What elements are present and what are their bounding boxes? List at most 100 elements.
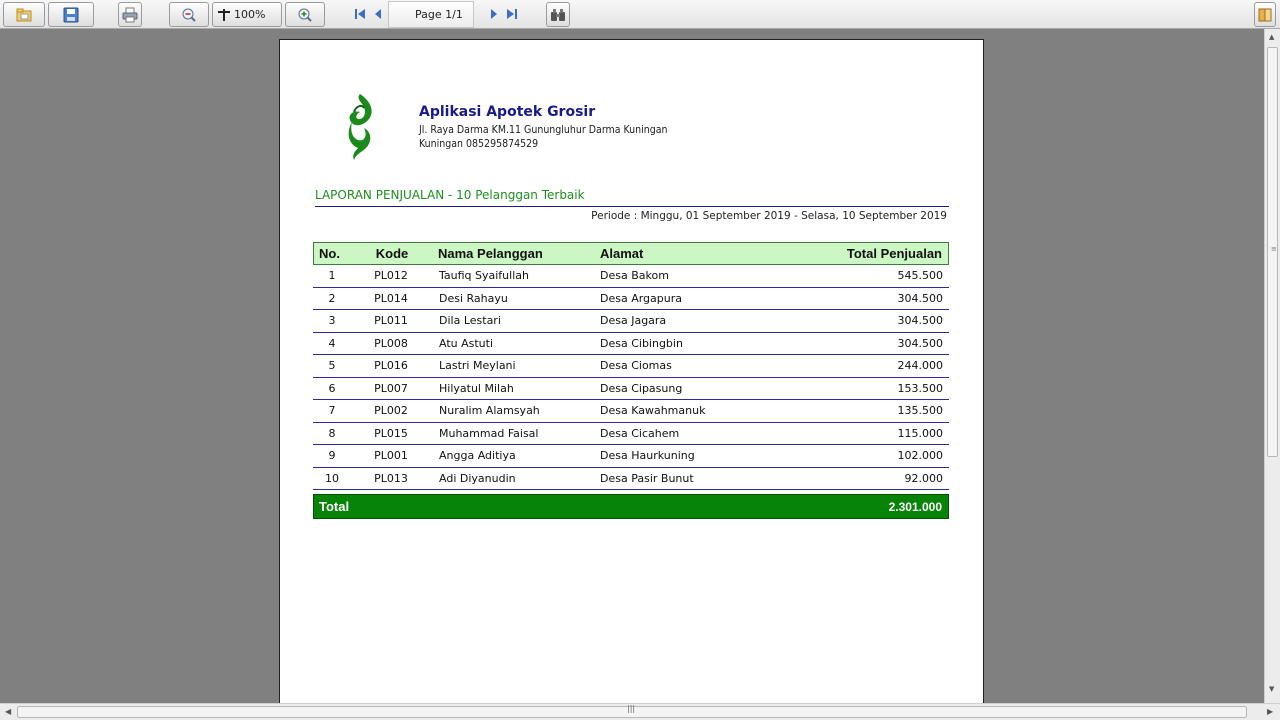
row-total: 153.500 xyxy=(897,381,944,395)
table-row: 8 PL015 Muhammad Faisal Desa Cicahem 115.000 xyxy=(313,423,949,445)
row-nama: Nuralim Alamsyah xyxy=(439,404,540,418)
row-alamat: Desa Bakom xyxy=(600,269,669,283)
page-indicator: Page 1/1 xyxy=(388,1,474,28)
scroll-down-icon[interactable]: ▼ xyxy=(1269,685,1274,693)
pharmacy-logo xyxy=(348,94,372,160)
row-alamat: Desa Ciomas xyxy=(600,359,672,373)
row-nama: Atu Astuti xyxy=(439,336,494,350)
row-nama: Adi Diyanudin xyxy=(439,471,516,485)
table-row: 2 PL014 Desi Rahayu Desa Argapura 304.500 xyxy=(313,288,949,310)
export-button[interactable] xyxy=(1254,2,1276,27)
scroll-up-icon[interactable]: ▲ xyxy=(1269,33,1274,41)
row-alamat: Desa Cipasung xyxy=(600,381,683,395)
row-no: 6 xyxy=(328,381,336,395)
zoom-in-button[interactable] xyxy=(285,2,325,27)
save-icon xyxy=(63,7,79,22)
export-icon xyxy=(1258,8,1272,21)
row-kode: PL013 xyxy=(374,471,408,485)
row-kode: PL008 xyxy=(374,336,408,350)
row-no: 9 xyxy=(328,449,336,463)
table-row: 6 PL007 Hilyatul Milah Desa Cipasung 153.500 xyxy=(313,378,949,400)
row-kode: PL001 xyxy=(374,449,408,463)
table-total-row: Total 2.301.000 xyxy=(313,494,949,519)
row-no: 3 xyxy=(328,314,336,328)
zoom-level-button[interactable]: 100% xyxy=(212,2,282,27)
scroll-left-icon[interactable]: ◀ xyxy=(5,707,11,716)
row-nama: Hilyatul Milah xyxy=(439,381,514,395)
row-total: 102.000 xyxy=(897,449,944,463)
last-page-icon[interactable] xyxy=(506,8,518,20)
row-no: 5 xyxy=(328,359,336,373)
grip-icon: ≡ xyxy=(1271,245,1277,253)
row-total: 244.000 xyxy=(897,359,944,373)
column-header-total: Total Penjualan xyxy=(846,246,942,261)
company-name: Aplikasi Apotek Grosir xyxy=(419,104,596,120)
find-button[interactable] xyxy=(546,2,570,27)
report-viewer-toolbar: 100% Page 1/1 xyxy=(0,0,1280,29)
page-number: Page 1/1 xyxy=(415,8,463,21)
column-header-alamat: Alamat xyxy=(600,246,644,261)
row-nama: Angga Aditiya xyxy=(439,449,516,463)
row-nama: Desi Rahayu xyxy=(439,291,508,305)
company-city-phone: Kuningan 085295874529 xyxy=(419,138,539,150)
grip-icon: ||| xyxy=(627,704,636,713)
table-body: 1 PL012 Taufiq Syaifullah Desa Bakom 545.500… xyxy=(313,265,949,490)
row-alamat: Desa Jagara xyxy=(600,314,667,328)
table-header: No. Kode Nama Pelanggan Alamat Total Pen… xyxy=(313,242,949,265)
row-total: 92.000 xyxy=(904,471,944,485)
next-page-icon[interactable] xyxy=(489,8,499,20)
row-total: 545.500 xyxy=(897,269,944,283)
zoom-level: 100% xyxy=(234,8,266,21)
table-row: 4 PL008 Atu Astuti Desa Cibingbin 304.500 xyxy=(313,333,949,355)
vertical-scrollbar[interactable]: ▲ ≡ ▼ xyxy=(1264,29,1280,703)
row-kode: PL014 xyxy=(374,291,408,305)
row-kode: PL016 xyxy=(374,359,408,373)
row-alamat: Desa Cicahem xyxy=(600,426,680,440)
zoom-in-icon xyxy=(298,8,312,22)
table-row: 1 PL012 Taufiq Syaifullah Desa Bakom 545.500 xyxy=(313,265,949,288)
print-icon xyxy=(122,7,138,22)
row-no: 2 xyxy=(328,291,336,305)
row-alamat: Desa Kawahmanuk xyxy=(600,404,706,418)
previous-page-icon[interactable] xyxy=(373,8,383,20)
row-total: 115.000 xyxy=(897,426,944,440)
find-icon xyxy=(551,8,565,21)
row-alamat: Desa Pasir Bunut xyxy=(600,471,694,485)
open-button[interactable] xyxy=(3,2,45,27)
row-nama: Taufiq Syaifullah xyxy=(439,269,529,283)
row-kode: PL007 xyxy=(374,381,408,395)
table-row: 5 PL016 Lastri Meylani Desa Ciomas 244.000 xyxy=(313,355,949,378)
row-nama: Muhammad Faisal xyxy=(439,426,539,440)
zoom-fit-icon xyxy=(218,8,230,21)
row-total: 304.500 xyxy=(897,291,944,305)
company-address: Jl. Raya Darma KM.11 Gunungluhur Darma K… xyxy=(419,124,668,136)
row-kode: PL002 xyxy=(374,404,408,418)
row-no: 8 xyxy=(328,426,336,440)
scroll-right-icon[interactable]: ▶ xyxy=(1267,707,1273,716)
horizontal-scrollbar[interactable]: ◀ ||| ▶ xyxy=(0,703,1280,720)
vertical-scroll-thumb[interactable]: ≡ xyxy=(1267,47,1278,457)
column-header-no: No. xyxy=(319,246,340,261)
table-row: 10 PL013 Adi Diyanudin Desa Pasir Bunut 92.0… xyxy=(313,468,949,490)
row-no: 1 xyxy=(328,269,336,283)
row-alamat: Desa Haurkuning xyxy=(600,449,695,463)
total-value: 2.301.000 xyxy=(888,499,942,514)
table-row: 3 PL011 Dila Lestari Desa Jagara 304.500 xyxy=(313,310,949,333)
row-kode: PL012 xyxy=(374,269,408,283)
row-no: 4 xyxy=(328,336,336,350)
row-alamat: Desa Argapura xyxy=(600,291,683,305)
first-page-icon[interactable] xyxy=(354,8,366,20)
row-total: 135.500 xyxy=(897,404,944,418)
row-total: 304.500 xyxy=(897,314,944,328)
row-total: 304.500 xyxy=(897,336,944,350)
print-button[interactable] xyxy=(118,2,142,27)
row-alamat: Desa Cibingbin xyxy=(600,336,683,350)
column-header-kode: Kode xyxy=(375,246,409,261)
table-row: 9 PL001 Angga Aditiya Desa Haurkuning 102.00… xyxy=(313,445,949,468)
title-divider xyxy=(315,206,949,207)
zoom-out-icon xyxy=(182,8,196,22)
save-button[interactable] xyxy=(48,2,94,27)
company-header: Aplikasi Apotek Grosir Jl. Raya Darma KM… xyxy=(419,104,668,151)
open-icon xyxy=(16,8,32,21)
zoom-out-button[interactable] xyxy=(169,2,209,27)
